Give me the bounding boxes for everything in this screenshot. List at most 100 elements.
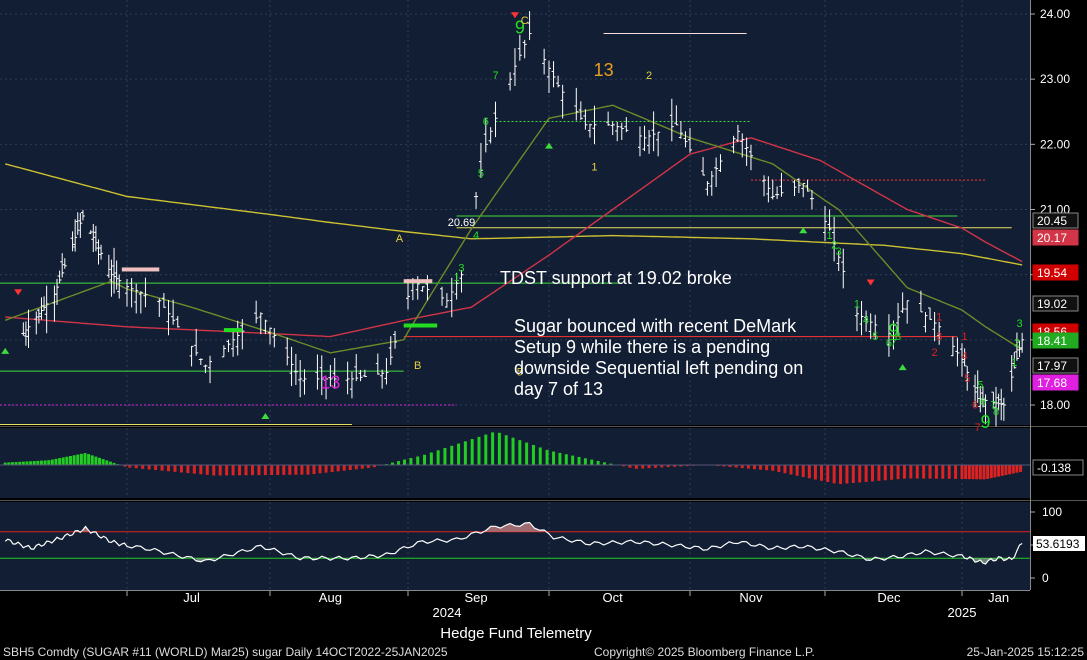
histogram-bar (997, 465, 1001, 477)
time-tick-label: Jan (988, 590, 1009, 605)
price-tag-value: 20.45 (1037, 214, 1067, 228)
histogram-bar (947, 465, 951, 479)
histogram-bar (231, 465, 235, 476)
histogram-bar (25, 461, 29, 465)
time-tick-label: Jul (183, 590, 200, 605)
td-count-digit: 4 (962, 350, 968, 362)
histogram-bar (1015, 465, 1019, 473)
histogram-bar (443, 448, 447, 465)
histogram-bar (504, 435, 508, 465)
histogram-bar (173, 465, 177, 472)
histogram-bar (244, 465, 248, 476)
note-line-2: Setup 9 while there is a pending (514, 337, 770, 357)
histogram-bar (564, 454, 568, 465)
price-tick-label: 22.00 (1040, 137, 1070, 151)
x-year-2025: 2025 (948, 605, 977, 620)
price-tag: 20.45 (1032, 212, 1079, 229)
histogram-bar (72, 455, 76, 465)
histogram-bar (975, 465, 979, 480)
histogram-bar (577, 456, 581, 465)
histogram-bar (765, 465, 769, 471)
note-line-3: downside Sequential left pending on (514, 358, 803, 378)
histogram-bar (641, 465, 645, 469)
histogram-bar (783, 465, 787, 474)
price-tag: 19.02 (1032, 295, 1079, 312)
td-count-digit: 5 (977, 380, 983, 392)
price-tag-value: 17.68 (1037, 376, 1067, 390)
histogram-bar (312, 465, 316, 475)
histogram-bar (928, 465, 932, 479)
histogram-bar (896, 465, 900, 480)
histogram-bar (922, 465, 926, 479)
histogram-bar (1011, 465, 1015, 474)
tdst-annotation: TDST support at 19.02 broke (500, 268, 732, 288)
histogram-bar (986, 465, 990, 479)
histogram-bar (964, 465, 968, 480)
histogram-bar (960, 465, 964, 479)
histogram-bar (199, 465, 203, 475)
price-tag: 19.54 (1032, 264, 1079, 281)
histogram-bar (1019, 465, 1023, 472)
histogram-bar (978, 465, 982, 480)
histogram-bar (250, 465, 254, 476)
histogram-bar (883, 465, 887, 481)
td-count-digit: 1 (936, 311, 942, 323)
price-tag-value: 20.17 (1037, 231, 1067, 245)
histogram-bar (746, 465, 750, 469)
osc-tick-label: 0 (1042, 571, 1049, 585)
histogram-bar (423, 454, 427, 465)
histogram-bar (354, 465, 358, 470)
histogram-bar (39, 460, 43, 465)
histogram-bar (342, 465, 346, 471)
chart-canvas: 1345671214567823456756 7812123115 20.6913… (0, 0, 1087, 660)
histogram-bar (832, 465, 836, 484)
td-count-digit: 1 (1011, 357, 1017, 369)
price-tag-value: 19.02 (1037, 297, 1067, 311)
histogram-bar (457, 443, 461, 465)
histogram-bar (858, 465, 862, 483)
histogram-bar (36, 460, 40, 465)
histogram-bar (263, 465, 267, 476)
histogram-bar (1004, 465, 1008, 476)
histogram-bar (47, 460, 51, 465)
footer-copyright: Copyright© 2025 Bloomberg Finance L.P. (594, 645, 815, 659)
histogram-bar (192, 465, 196, 474)
histogram-bar (154, 465, 158, 471)
td-count-digit: 6 (972, 399, 978, 411)
histogram-bar (300, 465, 304, 475)
histogram-bar (777, 465, 781, 473)
histogram-bar (491, 432, 495, 465)
td-count-digit: 2 (932, 347, 938, 359)
histogram-bar (348, 465, 352, 470)
histogram-bar (21, 461, 25, 465)
time-tick-label: Dec (877, 590, 901, 605)
histogram-bar (294, 465, 298, 475)
histogram-bar (32, 461, 36, 465)
histogram-bar (276, 465, 280, 475)
td-count-digit: 1 (962, 331, 968, 343)
histogram-bar (759, 465, 763, 470)
histogram-bar (83, 453, 87, 465)
histogram-bar (596, 460, 600, 465)
chart-label: 9 (981, 412, 991, 432)
histogram-bar (877, 465, 881, 481)
histogram-bar (29, 461, 33, 465)
histogram-bar (68, 455, 72, 465)
histogram-bar (218, 465, 222, 476)
histogram-bar (65, 456, 69, 465)
histogram-bar (238, 465, 242, 476)
td-count-digit: 5 (964, 373, 970, 385)
td-count-digit: 2 (1014, 337, 1020, 349)
histogram-bar (79, 453, 83, 465)
histogram-bar (634, 465, 638, 469)
histogram-bar (167, 465, 171, 472)
histogram-bar (403, 459, 407, 465)
histogram-bar (270, 465, 274, 475)
time-tick-label: Oct (603, 590, 624, 605)
histogram-bar (941, 465, 945, 479)
histogram-bar (470, 439, 474, 465)
histogram-bar (590, 459, 594, 465)
histogram-bar (330, 465, 334, 473)
histogram-bar (851, 465, 855, 483)
histogram-bar (538, 447, 542, 465)
